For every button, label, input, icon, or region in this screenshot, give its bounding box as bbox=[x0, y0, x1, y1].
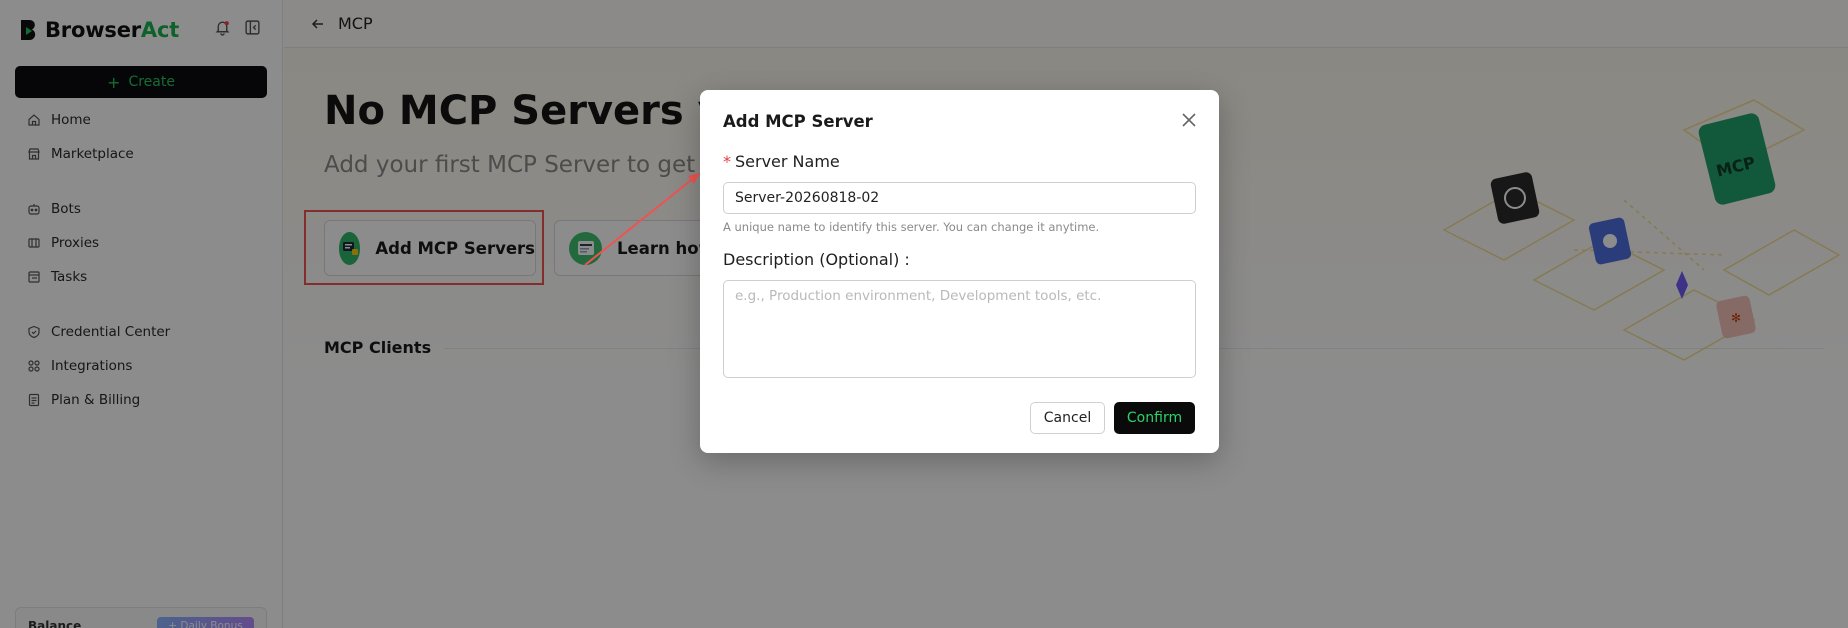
confirm-button[interactable]: Confirm bbox=[1114, 402, 1195, 434]
server-name-label: * Server Name bbox=[723, 152, 840, 171]
description-input[interactable] bbox=[723, 280, 1196, 378]
dialog-title: Add MCP Server bbox=[723, 112, 873, 131]
add-mcp-server-dialog: Add MCP Server *Server Name A unique nam… bbox=[700, 90, 1219, 453]
required-marker: * bbox=[723, 152, 731, 171]
close-icon[interactable] bbox=[1179, 110, 1199, 130]
cancel-button[interactable]: Cancel bbox=[1030, 402, 1105, 434]
server-name-input[interactable] bbox=[723, 182, 1196, 214]
server-name-helper: A unique name to identify this server. Y… bbox=[723, 220, 1100, 234]
description-label: Description (Optional) : bbox=[723, 250, 910, 269]
